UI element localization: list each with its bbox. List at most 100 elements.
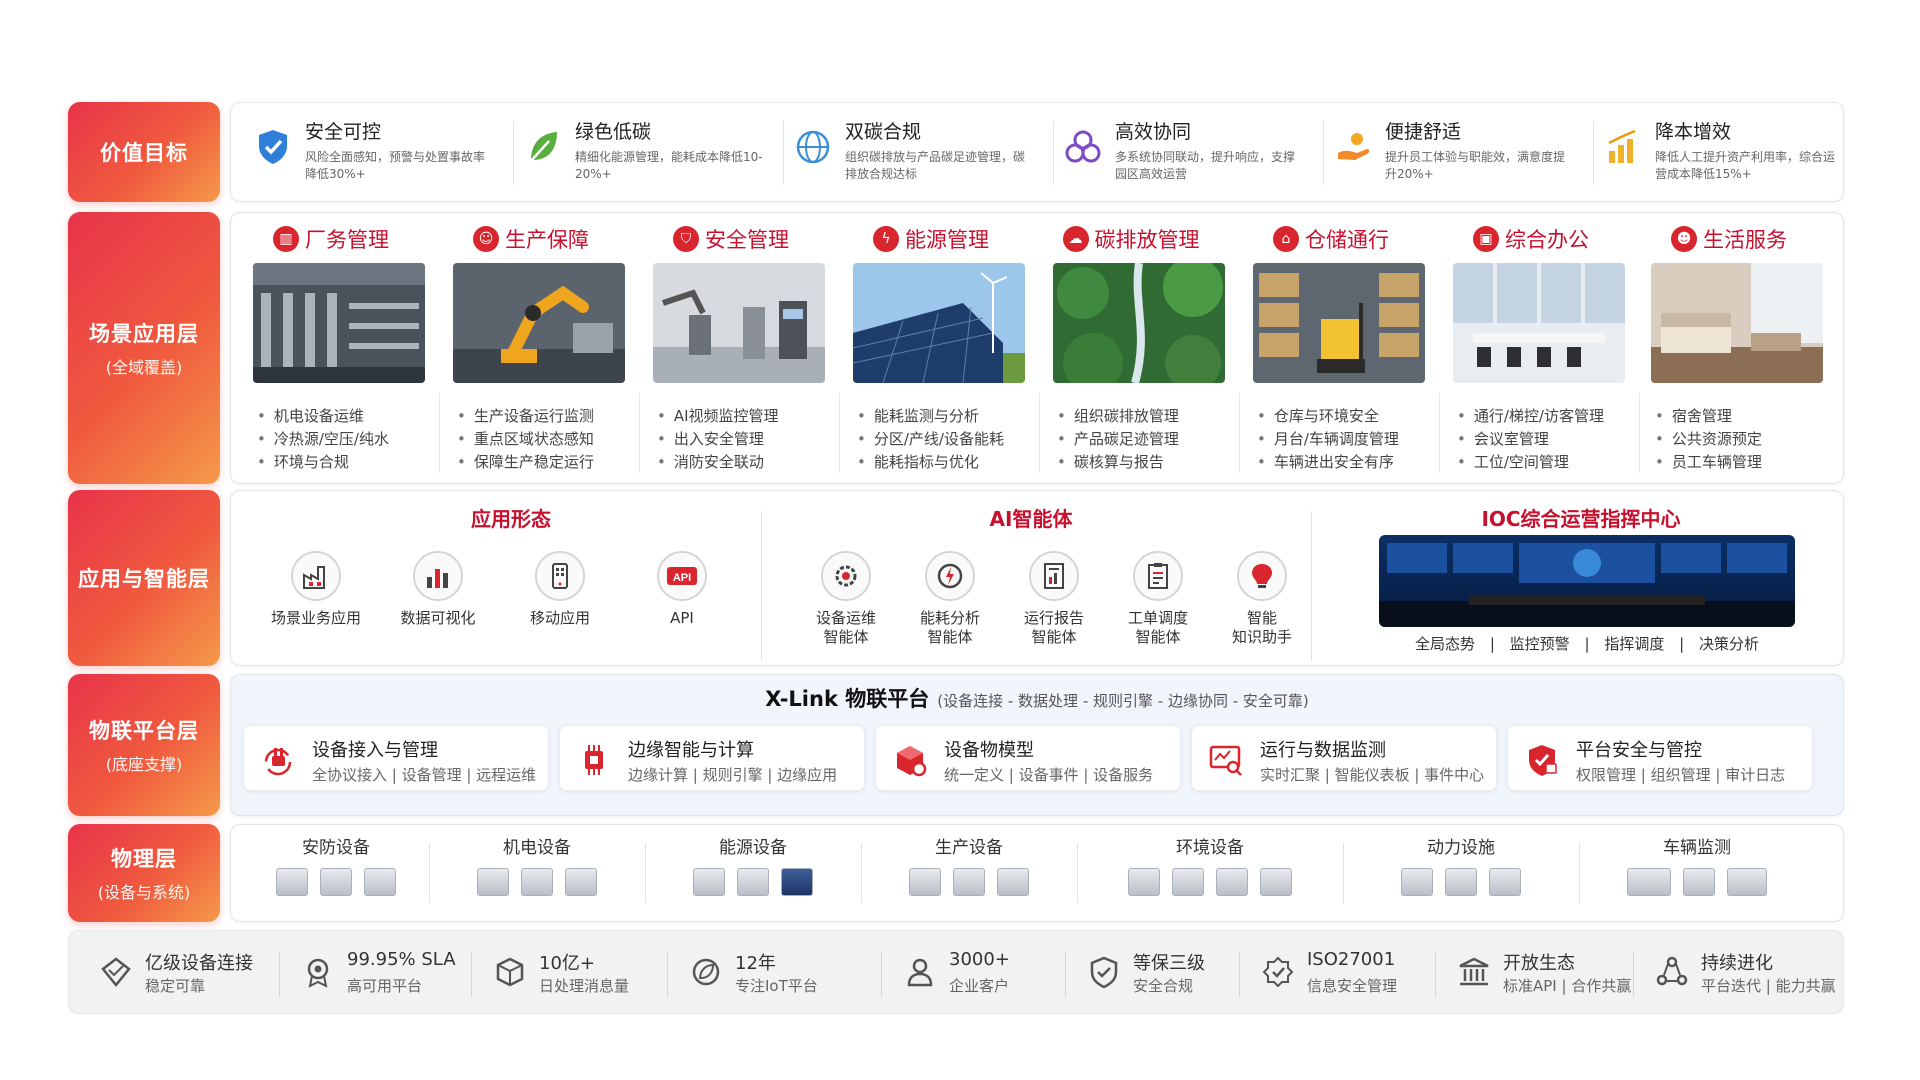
scene-card[interactable]: ▣综合办公 通行/梯控/访客管理 会议室管理 工位/空间管理 (1439, 223, 1625, 473)
iot-card-title: 设备物模型 (944, 740, 1034, 761)
ioc-tag: 监控预警 (1509, 635, 1570, 653)
iot-card[interactable]: 运行与数据监测 实时汇聚 | 智能仪表板 | 事件中心 (1191, 725, 1497, 791)
app-layer-label: 应用与智能层 (68, 490, 220, 666)
list-item: 机电设备运维 (257, 405, 389, 428)
chiller-icon (477, 868, 509, 896)
value-item: 安全可控 风险全面感知，预警与处置事故率降低30%+ (241, 117, 501, 189)
co2-icon: ☁ (1062, 226, 1089, 252)
divider (761, 511, 762, 661)
plug-icon (264, 748, 292, 776)
app-item[interactable]: 场景业务应用 (261, 551, 371, 628)
stat-desc: 标准API | 合作共赢 (1503, 977, 1632, 995)
value-desc: 精细化能源管理，能耗成本降低10-20%+ (575, 150, 763, 181)
value-item: 绿色低碳 精细化能源管理，能耗成本降低10-20%+ (511, 117, 771, 189)
mobile-icon (535, 551, 585, 601)
ioc-title: IOC综合运营指挥中心 (1481, 507, 1681, 531)
iot-card[interactable]: 设备物模型 统一定义 | 设备事件 | 设备服务 (875, 725, 1181, 791)
physical-group: 生产设备 (869, 833, 1069, 896)
stat-title: 开放生态 (1503, 953, 1575, 974)
stat-title: 亿级设备连接 (145, 953, 253, 974)
value-row: 价值目标 安全可控 风险全面感知，预警与处置事故率降低30%+ 绿色低碳 精细化… (68, 102, 1844, 202)
scene-items: 能耗监测与分析 分区/产线/设备能耗 能耗指标与优化 (857, 405, 1004, 474)
stat-desc: 安全合规 (1133, 977, 1194, 995)
agent-item[interactable]: 能耗分析 智能体 (895, 551, 1005, 647)
agent-item[interactable]: 运行报告 智能体 (999, 551, 1109, 647)
divider (1435, 951, 1436, 997)
value-panel: 安全可控 风险全面感知，预警与处置事故率降低30%+ 绿色低碳 精细化能源管理，… (230, 102, 1844, 202)
app-item[interactable]: 移动应用 (505, 551, 615, 628)
agent-label: 工单调度 智能体 (1127, 609, 1188, 646)
scene-title: 厂务管理 (305, 228, 389, 252)
sensor-icon (1128, 868, 1160, 896)
scenario-row: 场景应用层 (全域覆盖) ▥厂务管理 机电设备运维 冷热源/空压/纯水 环境与合… (68, 212, 1844, 484)
ioc-tag: 决策分析 (1698, 635, 1759, 653)
scene-card[interactable]: ▥厂务管理 机电设备运维 冷热源/空压/纯水 环境与合规 (239, 223, 425, 474)
scene-card[interactable]: ☺生产保障 生产设备运行监测 重点区域状态感知 保障生产稳定运行 (439, 223, 625, 473)
briefcase-icon: ▣ (1473, 226, 1499, 252)
scene-image (653, 263, 825, 383)
scene-card[interactable]: ☁碳排放管理 组织碳排放管理 产品碳足迹管理 碳核算与报告 (1039, 223, 1225, 473)
ioc-screen-image (1379, 535, 1795, 627)
value-desc: 多系统协同联动，提升响应，支撑园区高效运营 (1115, 150, 1296, 181)
factory-app-icon (291, 551, 341, 601)
app-item[interactable]: 数据可视化 (383, 551, 493, 628)
person-icon (907, 958, 933, 987)
app-item[interactable]: API API (627, 551, 737, 628)
scene-title: 能源管理 (905, 228, 989, 252)
iot-card[interactable]: 边缘智能与计算 边缘计算 | 规则引擎 | 边缘应用 (559, 725, 865, 791)
physical-panel: 安防设备 机电设备 能源设备 生产设备 环境设备 动力设施 车辆监测 (230, 824, 1844, 922)
scene-image (253, 263, 425, 383)
certificate-icon (1262, 956, 1294, 988)
list-item: 月台/车辆调度管理 (1257, 428, 1399, 451)
warehouse-icon: ⌂ (1273, 226, 1299, 252)
value-desc: 组织碳排放与产品碳足迹管理，碳排放合规达标 (845, 150, 1026, 181)
list-item: 会议室管理 (1457, 428, 1604, 451)
physical-title: 生产设备 (935, 838, 1003, 858)
iot-card[interactable]: 平台安全与管控 权限管理 | 组织管理 | 审计日志 (1507, 725, 1813, 791)
scene-card[interactable]: ϟ能源管理 能耗监测与分析 分区/产线/设备能耗 能耗指标与优化 (839, 223, 1025, 474)
app-item-label: API (670, 609, 694, 627)
iot-layer-label: 物联平台层 (底座支撑) (68, 674, 220, 816)
list-item: 环境与合规 (257, 451, 389, 474)
scenario-panel: ▥厂务管理 机电设备运维 冷热源/空压/纯水 环境与合规 ☺生产保障 生产设备运… (230, 212, 1844, 484)
scene-title: 碳排放管理 (1094, 228, 1200, 252)
smoke-detector-icon (1260, 868, 1292, 896)
monitor-search-icon (1209, 745, 1242, 776)
app-forms-title: 应用形态 (471, 507, 551, 531)
value-title: 安全可控 (305, 121, 382, 143)
iot-platform-title: X-Link 物联平台 (765, 687, 930, 711)
scene-card[interactable]: ☻生活服务 宿舍管理 公共资源预定 员工车辆管理 (1637, 223, 1823, 474)
physical-row: 物理层 (设备与系统) 安防设备 机电设备 能源设备 生产设备 环境设备 动力设… (68, 824, 1844, 922)
solar-panel-icon (781, 868, 813, 896)
physical-title: 机电设备 (503, 838, 571, 858)
list-item: AI视频监控管理 (657, 405, 779, 428)
shield-lock-icon (1529, 745, 1557, 776)
iot-card[interactable]: 设备接入与管理 全协议接入 | 设备管理 | 远程运维 (243, 725, 549, 791)
agent-item[interactable]: 工单调度 智能体 (1103, 551, 1213, 647)
app-item-label: 数据可视化 (400, 609, 476, 627)
brain-bulb-icon (1237, 551, 1287, 601)
scene-image (453, 263, 625, 383)
cabinet-icon (693, 868, 725, 896)
scenario-layer-title: 场景应用层 (89, 322, 199, 346)
iot-layer-title: 物联平台层 (89, 719, 199, 743)
electric-cabinet-icon (1401, 868, 1433, 896)
transformer-icon (737, 868, 769, 896)
stat-desc: 稳定可靠 (145, 977, 206, 995)
value-layer-label: 价值目标 (68, 102, 220, 202)
physical-title: 能源设备 (719, 838, 787, 858)
agent-item[interactable]: 设备运维 智能体 (791, 551, 901, 647)
scene-card[interactable]: ⌂仓储通行 仓库与环境安全 月台/车辆调度管理 车辆进出安全有序 (1239, 223, 1425, 473)
stat-desc: 专注IoT平台 (735, 977, 818, 995)
tag-separator: | (1489, 635, 1495, 653)
scene-items: 宿舍管理 公共资源预定 员工车辆管理 (1655, 405, 1762, 474)
iot-panel: X-Link 物联平台 (设备连接 - 数据处理 - 规则引擎 - 边缘协同 - … (230, 674, 1844, 816)
compressor-icon (1445, 868, 1477, 896)
shield-icon: ⛉ (673, 226, 699, 252)
gate-icon (364, 868, 396, 896)
scene-card[interactable]: ⛉安全管理 AI视频监控管理 出入安全管理 消防安全联动 (639, 223, 825, 473)
collaboration-icon (1065, 130, 1101, 163)
worker-icon: ☺ (473, 226, 499, 252)
stat-desc: 高可用平台 (347, 977, 423, 995)
agent-item[interactable]: 智能 知识助手 (1207, 551, 1317, 647)
